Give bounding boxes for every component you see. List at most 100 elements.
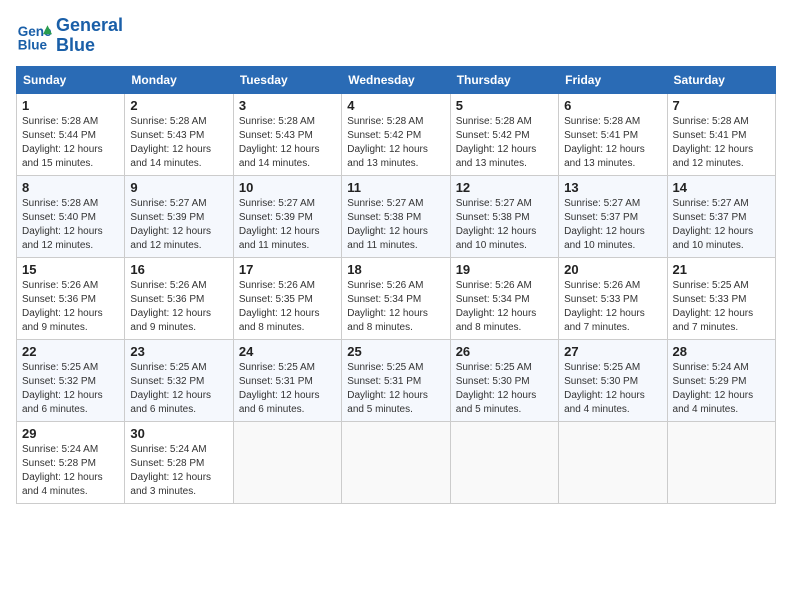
- day-detail: Sunrise: 5:26 AMSunset: 5:36 PMDaylight:…: [22, 280, 103, 333]
- day-number: 11: [347, 180, 444, 195]
- day-number: 14: [673, 180, 770, 195]
- day-detail: Sunrise: 5:25 AMSunset: 5:32 PMDaylight:…: [22, 362, 103, 415]
- calendar-day-12: 12 Sunrise: 5:27 AMSunset: 5:38 PMDaylig…: [450, 175, 558, 257]
- day-detail: Sunrise: 5:26 AMSunset: 5:34 PMDaylight:…: [347, 280, 428, 333]
- day-detail: Sunrise: 5:27 AMSunset: 5:37 PMDaylight:…: [564, 198, 645, 251]
- calendar-table: SundayMondayTuesdayWednesdayThursdayFrid…: [16, 66, 776, 504]
- day-number: 23: [130, 344, 227, 359]
- calendar-day-6: 6 Sunrise: 5:28 AMSunset: 5:41 PMDayligh…: [559, 93, 667, 175]
- day-number: 16: [130, 262, 227, 277]
- weekday-header-tuesday: Tuesday: [233, 66, 341, 93]
- calendar-day-28: 28 Sunrise: 5:24 AMSunset: 5:29 PMDaylig…: [667, 339, 775, 421]
- logo: General Blue General Blue: [16, 16, 123, 56]
- calendar-day-2: 2 Sunrise: 5:28 AMSunset: 5:43 PMDayligh…: [125, 93, 233, 175]
- day-detail: Sunrise: 5:26 AMSunset: 5:34 PMDaylight:…: [456, 280, 537, 333]
- day-detail: Sunrise: 5:25 AMSunset: 5:33 PMDaylight:…: [673, 280, 754, 333]
- day-detail: Sunrise: 5:27 AMSunset: 5:39 PMDaylight:…: [239, 198, 320, 251]
- day-detail: Sunrise: 5:25 AMSunset: 5:31 PMDaylight:…: [239, 362, 320, 415]
- day-number: 24: [239, 344, 336, 359]
- day-detail: Sunrise: 5:28 AMSunset: 5:40 PMDaylight:…: [22, 198, 103, 251]
- calendar-day-27: 27 Sunrise: 5:25 AMSunset: 5:30 PMDaylig…: [559, 339, 667, 421]
- day-detail: Sunrise: 5:27 AMSunset: 5:38 PMDaylight:…: [456, 198, 537, 251]
- day-detail: Sunrise: 5:26 AMSunset: 5:35 PMDaylight:…: [239, 280, 320, 333]
- calendar-day-29: 29 Sunrise: 5:24 AMSunset: 5:28 PMDaylig…: [17, 421, 125, 503]
- weekday-header-thursday: Thursday: [450, 66, 558, 93]
- day-number: 12: [456, 180, 553, 195]
- calendar-day-25: 25 Sunrise: 5:25 AMSunset: 5:31 PMDaylig…: [342, 339, 450, 421]
- calendar-day-5: 5 Sunrise: 5:28 AMSunset: 5:42 PMDayligh…: [450, 93, 558, 175]
- day-number: 5: [456, 98, 553, 113]
- day-number: 27: [564, 344, 661, 359]
- empty-cell: [667, 421, 775, 503]
- day-detail: Sunrise: 5:25 AMSunset: 5:30 PMDaylight:…: [456, 362, 537, 415]
- calendar-day-1: 1 Sunrise: 5:28 AMSunset: 5:44 PMDayligh…: [17, 93, 125, 175]
- day-detail: Sunrise: 5:24 AMSunset: 5:29 PMDaylight:…: [673, 362, 754, 415]
- empty-cell: [450, 421, 558, 503]
- day-detail: Sunrise: 5:28 AMSunset: 5:43 PMDaylight:…: [239, 116, 320, 169]
- page-header: General Blue General Blue: [16, 16, 776, 56]
- day-detail: Sunrise: 5:24 AMSunset: 5:28 PMDaylight:…: [22, 444, 103, 497]
- day-number: 19: [456, 262, 553, 277]
- day-number: 6: [564, 98, 661, 113]
- calendar-day-21: 21 Sunrise: 5:25 AMSunset: 5:33 PMDaylig…: [667, 257, 775, 339]
- calendar-day-22: 22 Sunrise: 5:25 AMSunset: 5:32 PMDaylig…: [17, 339, 125, 421]
- day-detail: Sunrise: 5:25 AMSunset: 5:32 PMDaylight:…: [130, 362, 211, 415]
- day-number: 26: [456, 344, 553, 359]
- calendar-day-4: 4 Sunrise: 5:28 AMSunset: 5:42 PMDayligh…: [342, 93, 450, 175]
- day-detail: Sunrise: 5:25 AMSunset: 5:31 PMDaylight:…: [347, 362, 428, 415]
- empty-cell: [233, 421, 341, 503]
- day-number: 8: [22, 180, 119, 195]
- day-number: 28: [673, 344, 770, 359]
- day-number: 29: [22, 426, 119, 441]
- weekday-header-friday: Friday: [559, 66, 667, 93]
- calendar-day-20: 20 Sunrise: 5:26 AMSunset: 5:33 PMDaylig…: [559, 257, 667, 339]
- weekday-header-wednesday: Wednesday: [342, 66, 450, 93]
- calendar-day-3: 3 Sunrise: 5:28 AMSunset: 5:43 PMDayligh…: [233, 93, 341, 175]
- day-number: 4: [347, 98, 444, 113]
- day-number: 9: [130, 180, 227, 195]
- day-detail: Sunrise: 5:28 AMSunset: 5:41 PMDaylight:…: [673, 116, 754, 169]
- empty-cell: [342, 421, 450, 503]
- calendar-week-3: 15 Sunrise: 5:26 AMSunset: 5:36 PMDaylig…: [17, 257, 776, 339]
- day-number: 20: [564, 262, 661, 277]
- day-detail: Sunrise: 5:27 AMSunset: 5:39 PMDaylight:…: [130, 198, 211, 251]
- day-detail: Sunrise: 5:28 AMSunset: 5:43 PMDaylight:…: [130, 116, 211, 169]
- calendar-week-1: 1 Sunrise: 5:28 AMSunset: 5:44 PMDayligh…: [17, 93, 776, 175]
- day-number: 18: [347, 262, 444, 277]
- day-number: 21: [673, 262, 770, 277]
- day-detail: Sunrise: 5:28 AMSunset: 5:42 PMDaylight:…: [456, 116, 537, 169]
- calendar-week-4: 22 Sunrise: 5:25 AMSunset: 5:32 PMDaylig…: [17, 339, 776, 421]
- day-detail: Sunrise: 5:26 AMSunset: 5:36 PMDaylight:…: [130, 280, 211, 333]
- day-number: 17: [239, 262, 336, 277]
- day-number: 15: [22, 262, 119, 277]
- day-detail: Sunrise: 5:27 AMSunset: 5:37 PMDaylight:…: [673, 198, 754, 251]
- calendar-day-13: 13 Sunrise: 5:27 AMSunset: 5:37 PMDaylig…: [559, 175, 667, 257]
- day-number: 30: [130, 426, 227, 441]
- svg-text:Blue: Blue: [18, 37, 48, 52]
- calendar-day-14: 14 Sunrise: 5:27 AMSunset: 5:37 PMDaylig…: [667, 175, 775, 257]
- day-number: 1: [22, 98, 119, 113]
- calendar-day-17: 17 Sunrise: 5:26 AMSunset: 5:35 PMDaylig…: [233, 257, 341, 339]
- calendar-day-26: 26 Sunrise: 5:25 AMSunset: 5:30 PMDaylig…: [450, 339, 558, 421]
- calendar-day-8: 8 Sunrise: 5:28 AMSunset: 5:40 PMDayligh…: [17, 175, 125, 257]
- weekday-header-sunday: Sunday: [17, 66, 125, 93]
- calendar-day-11: 11 Sunrise: 5:27 AMSunset: 5:38 PMDaylig…: [342, 175, 450, 257]
- day-number: 7: [673, 98, 770, 113]
- calendar-day-23: 23 Sunrise: 5:25 AMSunset: 5:32 PMDaylig…: [125, 339, 233, 421]
- empty-cell: [559, 421, 667, 503]
- calendar-day-9: 9 Sunrise: 5:27 AMSunset: 5:39 PMDayligh…: [125, 175, 233, 257]
- day-number: 13: [564, 180, 661, 195]
- calendar-day-7: 7 Sunrise: 5:28 AMSunset: 5:41 PMDayligh…: [667, 93, 775, 175]
- day-number: 25: [347, 344, 444, 359]
- calendar-day-18: 18 Sunrise: 5:26 AMSunset: 5:34 PMDaylig…: [342, 257, 450, 339]
- weekday-header-saturday: Saturday: [667, 66, 775, 93]
- day-number: 2: [130, 98, 227, 113]
- day-number: 10: [239, 180, 336, 195]
- day-detail: Sunrise: 5:28 AMSunset: 5:44 PMDaylight:…: [22, 116, 103, 169]
- day-number: 3: [239, 98, 336, 113]
- day-number: 22: [22, 344, 119, 359]
- day-detail: Sunrise: 5:28 AMSunset: 5:41 PMDaylight:…: [564, 116, 645, 169]
- weekday-header-monday: Monday: [125, 66, 233, 93]
- logo-icon: General Blue: [16, 18, 52, 54]
- day-detail: Sunrise: 5:28 AMSunset: 5:42 PMDaylight:…: [347, 116, 428, 169]
